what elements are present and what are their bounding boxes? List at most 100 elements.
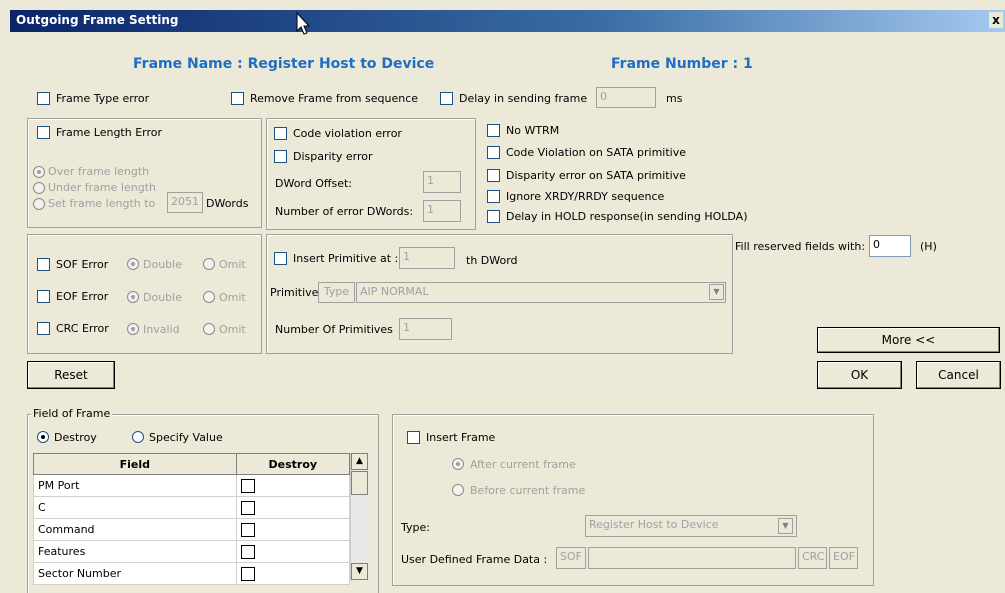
destroy-cell <box>235 562 351 585</box>
destroy-radio-label: Destroy <box>54 431 97 444</box>
before-current-radio[interactable] <box>452 484 464 496</box>
ok-button[interactable]: OK <box>817 361 902 389</box>
cancel-button[interactable]: Cancel <box>916 361 1001 389</box>
delay-hold-label: Delay in HOLD response(in sending HOLDA) <box>506 210 748 223</box>
destroy-checkbox[interactable] <box>240 544 255 559</box>
sof-omit-label: Omit <box>219 258 246 271</box>
code-violation-checkbox[interactable] <box>274 127 287 140</box>
crc-error-checkbox[interactable] <box>37 322 50 335</box>
table-row: C <box>33 496 351 519</box>
destroy-cell <box>235 540 351 563</box>
primitive-type-button[interactable]: Type <box>318 282 355 303</box>
primitive-select[interactable]: AIP NORMAL <box>356 282 726 303</box>
over-length-radio[interactable] <box>33 166 45 178</box>
udf-data-input[interactable] <box>588 547 796 569</box>
ignore-xrdy-checkbox[interactable] <box>487 190 500 203</box>
frame-length-error-checkbox[interactable] <box>37 126 50 139</box>
eof-error-checkbox[interactable] <box>37 290 50 303</box>
frame-type-dropdown-icon[interactable]: ▼ <box>778 518 793 534</box>
reset-button[interactable]: Reset <box>27 361 115 389</box>
num-primitives-label: Number Of Primitives <box>275 323 393 336</box>
over-length-label: Over frame length <box>48 165 150 178</box>
under-length-label: Under frame length <box>48 181 156 194</box>
destroy-cell <box>235 496 351 519</box>
ignore-xrdy-label: Ignore XRDY/RRDY sequence <box>506 190 665 203</box>
sof-error-checkbox[interactable] <box>37 258 50 271</box>
field-cell: C <box>33 496 237 519</box>
no-wtrm-checkbox[interactable] <box>487 124 500 137</box>
crc-omit-radio[interactable] <box>203 323 215 335</box>
destroy-checkbox[interactable] <box>240 522 255 537</box>
scroll-thumb[interactable] <box>351 471 368 495</box>
code-violation-sata-label: Code Violation on SATA primitive <box>506 146 687 159</box>
field-cell: Features <box>33 540 237 563</box>
delay-sending-checkbox[interactable] <box>440 92 453 105</box>
window-title: Outgoing Frame Setting <box>16 13 179 27</box>
remove-frame-checkbox[interactable] <box>231 92 244 105</box>
frame-type-select[interactable]: Register Host to Device <box>585 515 797 537</box>
table-row: Sector Number <box>33 562 351 585</box>
under-length-radio[interactable] <box>33 182 45 194</box>
destroy-checkbox[interactable] <box>240 500 255 515</box>
insert-primitive-input[interactable]: 1 <box>399 247 455 269</box>
mouse-cursor-icon <box>296 12 311 35</box>
scroll-down-icon[interactable]: ▼ <box>351 563 368 580</box>
eof-double-radio[interactable] <box>127 291 139 303</box>
field-column-header[interactable]: Field <box>33 453 237 475</box>
disparity-error-checkbox[interactable] <box>274 150 287 163</box>
delay-unit-label: ms <box>666 92 683 105</box>
insert-frame-checkbox[interactable] <box>407 431 420 444</box>
set-length-input[interactable]: 2051 <box>167 192 203 213</box>
disparity-sata-checkbox[interactable] <box>487 169 500 182</box>
primitive-label: Primitive: <box>270 286 323 299</box>
after-current-radio[interactable] <box>452 458 464 470</box>
field-cell: Sector Number <box>33 562 237 585</box>
sof-error-label: SOF Error <box>56 258 109 271</box>
delay-sending-label: Delay in sending frame <box>459 92 588 105</box>
specify-value-label: Specify Value <box>149 431 223 444</box>
th-dword-label: th DWord <box>466 254 518 267</box>
destroy-checkbox[interactable] <box>240 478 255 493</box>
field-table: Field Destroy PM Port C Command Features… <box>33 453 351 585</box>
no-wtrm-label: No WTRM <box>506 124 560 137</box>
title-bar: Outgoing Frame Setting x <box>10 10 1005 32</box>
num-error-dwords-input[interactable]: 1 <box>423 200 461 222</box>
destroy-cell <box>235 474 351 497</box>
udf-label: User Defined Frame Data : <box>401 553 548 566</box>
destroy-column-header[interactable]: Destroy <box>235 453 351 475</box>
set-length-label: Set frame length to <box>48 197 156 210</box>
scroll-up-icon[interactable]: ▲ <box>351 453 368 470</box>
eof-double-label: Double <box>143 291 182 304</box>
crc-invalid-radio[interactable] <box>127 323 139 335</box>
udf-crc-button[interactable]: CRC <box>798 547 827 569</box>
num-primitives-input[interactable]: 1 <box>399 318 452 340</box>
delay-hold-checkbox[interactable] <box>487 210 500 223</box>
udf-eof-button[interactable]: EOF <box>829 547 858 569</box>
field-cell: PM Port <box>33 474 237 497</box>
dword-offset-label: DWord Offset: <box>275 177 352 190</box>
eof-omit-radio[interactable] <box>203 291 215 303</box>
disparity-error-label: Disparity error <box>293 150 373 163</box>
frame-type-error-checkbox[interactable] <box>37 92 50 105</box>
crc-omit-label: Omit <box>219 323 246 336</box>
specify-value-radio[interactable] <box>132 431 144 443</box>
code-violation-sata-checkbox[interactable] <box>487 146 500 159</box>
sof-omit-radio[interactable] <box>203 258 215 270</box>
frame-length-error-label: Frame Length Error <box>56 126 163 139</box>
close-button[interactable]: x <box>989 12 1003 28</box>
delay-value-input[interactable]: 0 <box>596 87 656 108</box>
table-scrollbar[interactable]: ▲ ▼ <box>350 453 369 581</box>
primitive-dropdown-icon[interactable]: ▼ <box>709 284 724 300</box>
set-length-radio[interactable] <box>33 198 45 210</box>
eof-omit-label: Omit <box>219 291 246 304</box>
dword-offset-input[interactable]: 1 <box>423 171 461 193</box>
udf-sof-button[interactable]: SOF <box>556 547 586 569</box>
field-of-frame-title: Field of Frame <box>31 407 113 420</box>
table-row: PM Port <box>33 474 351 497</box>
destroy-radio[interactable] <box>37 431 49 443</box>
insert-primitive-checkbox[interactable] <box>274 252 287 265</box>
fill-reserved-input[interactable]: 0 <box>869 235 911 257</box>
destroy-checkbox[interactable] <box>240 566 255 581</box>
more-button[interactable]: More << <box>817 327 1000 353</box>
sof-double-radio[interactable] <box>127 258 139 270</box>
